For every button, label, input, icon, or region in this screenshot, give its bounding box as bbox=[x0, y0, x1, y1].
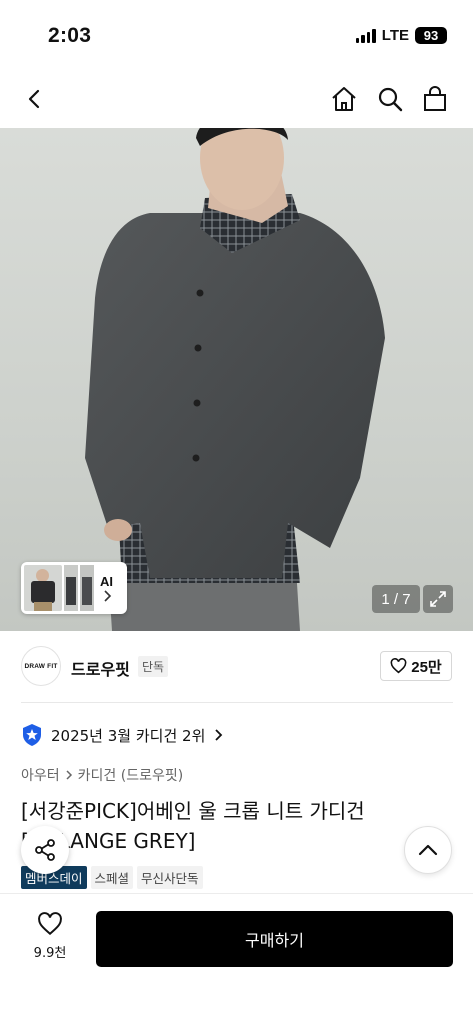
status-bar: 2:03 LTE 93 bbox=[0, 0, 473, 70]
category-child[interactable]: 카디건 (드로우핏) bbox=[78, 765, 184, 785]
product-title: [서강준PICK]어베인 울 크롭 니트 가디건 [MELANGE GREY] bbox=[21, 799, 365, 853]
bottom-action-bar: 9.9천 구매하기 bbox=[0, 893, 473, 1024]
back-icon bbox=[28, 89, 40, 109]
back-button[interactable] bbox=[16, 80, 54, 118]
heart-icon bbox=[38, 912, 62, 936]
thumbnail-3 bbox=[80, 565, 94, 611]
thumbnail-1 bbox=[24, 565, 62, 611]
product-image-gallery[interactable]: AI 1 / 7 bbox=[0, 128, 473, 631]
brand-logo[interactable]: DRAW FIT bbox=[21, 646, 61, 686]
chevron-right-icon bbox=[215, 729, 223, 741]
heart-icon bbox=[390, 658, 407, 674]
ranking-badge-icon bbox=[23, 724, 41, 746]
status-time: 2:03 bbox=[48, 24, 92, 47]
thumbnail-images bbox=[24, 565, 96, 611]
signal-icon bbox=[355, 28, 376, 43]
exclusive-badge: 단독 bbox=[138, 656, 169, 677]
chevron-right-icon bbox=[66, 770, 72, 780]
brand-like-button[interactable]: 25만 bbox=[380, 651, 452, 681]
brand-like-count: 25만 bbox=[411, 658, 442, 676]
thumbnail-2 bbox=[64, 565, 78, 611]
search-button[interactable] bbox=[371, 80, 409, 118]
cart-button[interactable] bbox=[416, 80, 454, 118]
buy-button[interactable]: 구매하기 bbox=[96, 911, 453, 967]
ai-thumbnail-strip[interactable]: AI bbox=[21, 562, 127, 614]
tag-musinsa-exclusive: 무신사단독 bbox=[137, 866, 203, 889]
expand-icon bbox=[430, 591, 446, 607]
category-breadcrumb: 아우터 카디건 (드로우핏) bbox=[21, 765, 183, 785]
battery-icon: 93 bbox=[415, 27, 447, 44]
chevron-right-icon bbox=[103, 589, 111, 602]
divider bbox=[21, 702, 453, 703]
ai-text: AI bbox=[100, 573, 113, 589]
ranking-link[interactable]: 2025년 3월 카디건 2위 bbox=[21, 723, 223, 747]
category-parent[interactable]: 아우터 bbox=[21, 765, 60, 785]
wishlist-count: 9.9천 bbox=[33, 946, 67, 961]
top-nav bbox=[0, 70, 473, 128]
share-button[interactable] bbox=[21, 826, 69, 874]
share-icon bbox=[35, 839, 55, 861]
home-button[interactable] bbox=[325, 80, 363, 118]
chevron-up-icon bbox=[418, 844, 438, 856]
expand-button[interactable] bbox=[423, 585, 453, 613]
ai-label: AI bbox=[100, 574, 113, 603]
scroll-top-button[interactable] bbox=[404, 826, 452, 874]
model-photo bbox=[85, 128, 385, 631]
shopping-bag-icon bbox=[424, 86, 446, 111]
network-label: LTE bbox=[381, 27, 409, 44]
wishlist-button[interactable]: 9.9천 bbox=[22, 912, 78, 961]
page-counter: 1 / 7 bbox=[372, 585, 420, 613]
status-indicators: LTE 93 bbox=[355, 27, 447, 44]
brand-name[interactable]: 드로우핏 bbox=[71, 656, 130, 680]
tag-special: 스페셜 bbox=[90, 866, 134, 889]
brand-row: DRAW FIT 드로우핏 단독 25만 bbox=[0, 631, 473, 701]
home-icon bbox=[332, 87, 356, 111]
ranking-text: 2025년 3월 카디건 2위 bbox=[51, 726, 206, 745]
search-icon bbox=[378, 87, 403, 112]
